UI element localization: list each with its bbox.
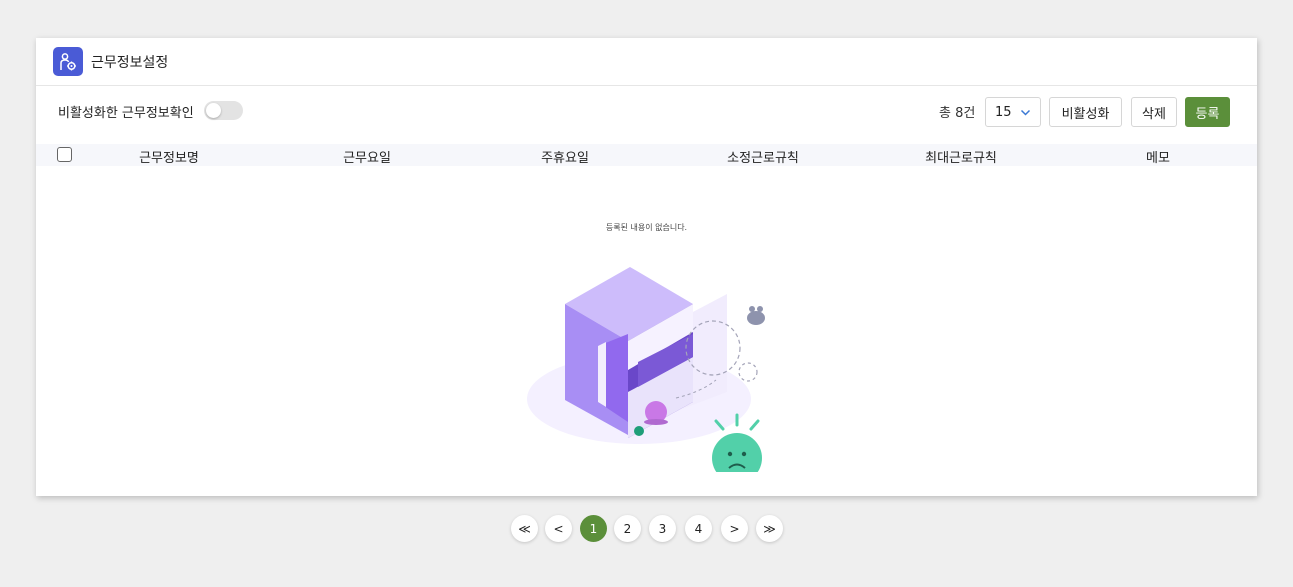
page-size-select[interactable]: 15 xyxy=(985,97,1041,127)
table-header: 근무정보명 근무요일 주휴요일 소정근로규칙 최대근로규칙 메모 xyxy=(36,144,1257,166)
user-gear-icon xyxy=(53,47,83,76)
column-header-name: 근무정보명 xyxy=(139,151,199,166)
column-header-standard-rule: 소정근로규칙 xyxy=(727,151,799,166)
toolbar: 비활성화한 근무정보확인 총 8건 15 비활성화 삭제 등록 xyxy=(36,97,1257,127)
page-first-button[interactable]: ≪ xyxy=(511,515,538,542)
toggle-knob xyxy=(206,103,221,118)
column-header-memo: 메모 xyxy=(1146,151,1170,166)
page-next-button[interactable]: > xyxy=(721,515,748,542)
work-info-card: 근무정보설정 비활성화한 근무정보확인 총 8건 15 비활성화 삭제 등록 근… xyxy=(36,38,1257,496)
page-size-value: 15 xyxy=(995,104,1012,120)
page-prev-button[interactable]: < xyxy=(545,515,572,542)
delete-button[interactable]: 삭제 xyxy=(1131,97,1177,127)
inactive-toggle-label: 비활성화한 근무정보확인 xyxy=(58,106,194,121)
total-count: 총 8건 xyxy=(939,106,976,121)
page-button-4[interactable]: 4 xyxy=(685,515,712,542)
column-header-max-rule: 최대근로규칙 xyxy=(925,151,997,166)
deactivate-button[interactable]: 비활성화 xyxy=(1049,97,1122,127)
page-button-1[interactable]: 1 xyxy=(580,515,607,542)
empty-message: 등록된 내용이 없습니다. xyxy=(605,223,688,232)
page-button-2[interactable]: 2 xyxy=(614,515,641,542)
chevron-down-icon xyxy=(1020,109,1031,116)
page-last-button[interactable]: ≫ xyxy=(756,515,783,542)
column-header-workdays: 근무요일 xyxy=(343,151,391,166)
inactive-toggle[interactable] xyxy=(204,101,243,120)
card-header: 근무정보설정 xyxy=(36,38,1257,86)
empty-box-illustration xyxy=(527,267,765,472)
column-header-holiday: 주휴요일 xyxy=(541,151,589,166)
select-all-checkbox[interactable] xyxy=(57,147,72,162)
page-title: 근무정보설정 xyxy=(91,54,169,71)
register-button[interactable]: 등록 xyxy=(1185,97,1230,127)
page-button-3[interactable]: 3 xyxy=(649,515,676,542)
